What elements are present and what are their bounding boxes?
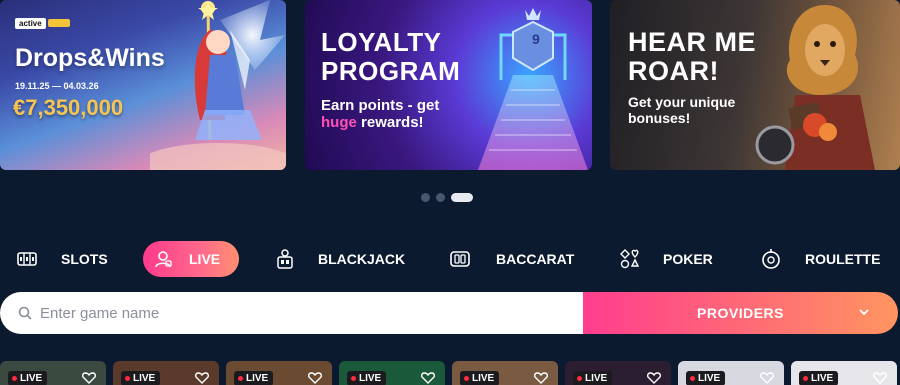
live-badge: LIVE xyxy=(686,371,726,385)
category-label: BLACKJACK xyxy=(318,251,406,267)
category-label: LIVE xyxy=(189,251,221,267)
category-tab-live[interactable]: LIVE xyxy=(143,241,239,277)
banner-title: HEAR ME ROAR! xyxy=(628,27,757,86)
category-tab-baccarat[interactable]: BACCARAT xyxy=(450,241,574,277)
live-badge-label: LIVE xyxy=(246,373,269,384)
live-badge: LIVE xyxy=(573,371,613,385)
live-badge: LIVE xyxy=(8,371,48,385)
live-dot-icon xyxy=(803,376,808,381)
category-label: POKER xyxy=(663,251,713,267)
providers-label: PROVIDERS xyxy=(697,305,784,321)
live-dot-icon xyxy=(12,376,17,381)
live-badge: LIVE xyxy=(234,371,274,385)
category-label: BACCARAT xyxy=(496,251,575,267)
card-suits-icon xyxy=(620,249,640,269)
live-dot-icon xyxy=(577,376,582,381)
level-number: 9 xyxy=(532,31,540,47)
live-badge-label: LIVE xyxy=(133,373,156,384)
blackjack-table-icon xyxy=(277,249,293,269)
game-tile[interactable]: LIVE xyxy=(0,361,106,385)
favorite-heart-icon[interactable] xyxy=(421,372,435,384)
game-search-input[interactable] xyxy=(40,304,540,322)
live-badge: LIVE xyxy=(799,371,839,385)
chevron-down-icon xyxy=(859,309,869,316)
hear-me-roar-banner[interactable]: HEAR ME ROAR! Get your unique bonuses! xyxy=(610,0,900,170)
live-dealer-icon xyxy=(155,251,172,268)
live-badge: LIVE xyxy=(121,371,161,385)
favorite-heart-icon[interactable] xyxy=(873,372,887,384)
game-tile[interactable]: LIVE xyxy=(339,361,445,385)
category-tab-roulette[interactable]: ROULETTE xyxy=(761,241,880,277)
live-badge-label: LIVE xyxy=(811,373,834,384)
game-tile[interactable]: LIVE xyxy=(565,361,671,385)
carousel-dot[interactable] xyxy=(436,193,445,202)
category-label: ROULETTE xyxy=(805,251,881,267)
game-tile[interactable]: LIVE xyxy=(452,361,558,385)
favorite-heart-icon[interactable] xyxy=(82,372,96,384)
favorite-heart-icon[interactable] xyxy=(760,372,774,384)
banner-subtitle: Earn points - get huge rewards! xyxy=(321,97,440,131)
fairy-illustration xyxy=(150,0,286,170)
lion-illustration xyxy=(755,5,875,170)
live-dot-icon xyxy=(238,376,243,381)
game-tile[interactable]: LIVE xyxy=(678,361,784,385)
search-icon xyxy=(18,306,32,320)
category-tab-slots[interactable]: SLOTS xyxy=(17,241,108,277)
live-badge-label: LIVE xyxy=(698,373,721,384)
favorite-heart-icon[interactable] xyxy=(534,372,548,384)
live-badge-label: LIVE xyxy=(585,373,608,384)
game-tile[interactable]: LIVE xyxy=(113,361,219,385)
favorite-heart-icon[interactable] xyxy=(647,372,661,384)
carousel-dot-active[interactable] xyxy=(451,193,473,202)
game-tile[interactable]: LIVE xyxy=(226,361,332,385)
prize-pool-amount: €7,350,000 xyxy=(13,95,124,120)
live-dot-icon xyxy=(125,376,130,381)
favorite-heart-icon[interactable] xyxy=(195,372,209,384)
live-badge-label: LIVE xyxy=(20,373,43,384)
banner-title: Drops&Wins xyxy=(15,44,165,72)
live-dot-icon xyxy=(690,376,695,381)
category-tab-blackjack[interactable]: BLACKJACK xyxy=(274,241,405,277)
carousel-indicator xyxy=(421,193,473,202)
carousel-dot[interactable] xyxy=(421,193,430,202)
category-tab-poker[interactable]: POKER xyxy=(619,241,713,277)
glowing-stairs-illustration xyxy=(478,8,588,170)
drops-wins-banner[interactable]: active Drops&Wins 19.11.25 — 04.03.26 €7… xyxy=(0,0,286,170)
live-dot-icon xyxy=(351,376,356,381)
baccarat-icon xyxy=(450,251,470,267)
roulette-icon xyxy=(762,249,780,269)
slot-machine-icon xyxy=(17,252,37,266)
providers-dropdown[interactable]: PROVIDERS xyxy=(583,292,898,334)
category-label: SLOTS xyxy=(61,251,108,267)
live-dot-icon xyxy=(464,376,469,381)
banner-subtitle: Get your unique bonuses! xyxy=(628,94,736,126)
live-badge-label: LIVE xyxy=(472,373,495,384)
banner-title: LOYALTY PROGRAM xyxy=(321,27,461,86)
active-badge: active xyxy=(15,18,46,29)
game-tile[interactable]: LIVE xyxy=(791,361,897,385)
banner-dates: 19.11.25 — 04.03.26 xyxy=(15,81,99,91)
loyalty-program-banner[interactable]: LOYALTY PROGRAM Earn points - get huge r… xyxy=(305,0,592,170)
favorite-heart-icon[interactable] xyxy=(308,372,322,384)
live-badge-label: LIVE xyxy=(359,373,382,384)
game-search-bar xyxy=(0,292,588,334)
live-badge: LIVE xyxy=(347,371,387,385)
live-badge: LIVE xyxy=(460,371,500,385)
partner-logo xyxy=(48,19,70,27)
